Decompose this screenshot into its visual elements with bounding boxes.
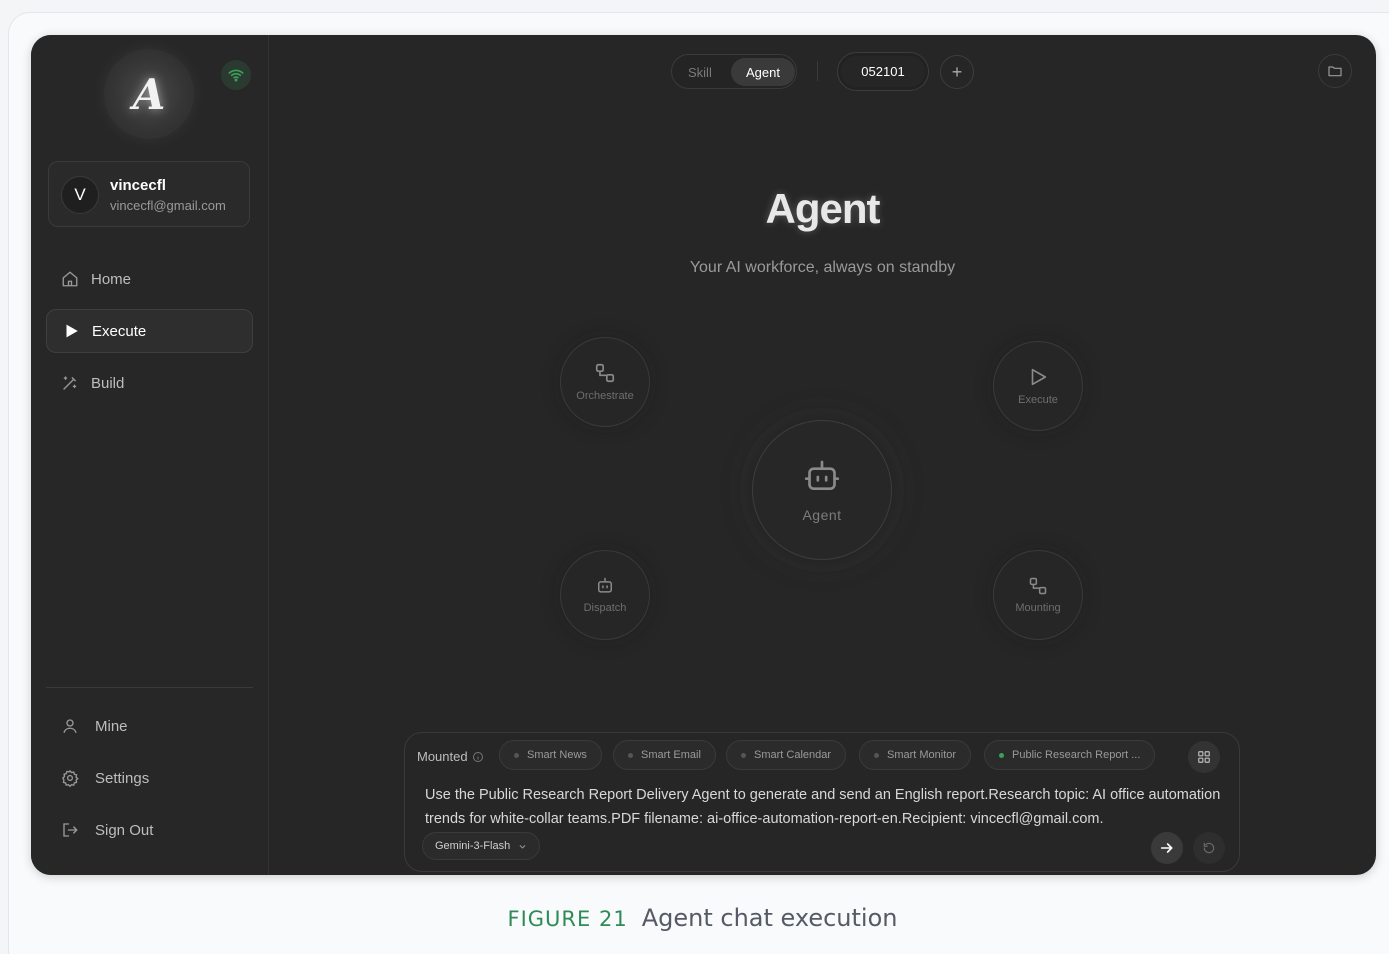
logo-letter: A [132,69,166,119]
node-mounting: Mounting [993,550,1083,640]
mounted-label: Mounted [417,749,484,764]
status-dot [874,752,879,758]
chat-composer: Mounted Smart News Smart Email Smart Cal… [404,732,1240,872]
chip-label: Smart Email [641,749,701,761]
node-orchestrate: Orchestrate [560,337,650,427]
mounted-chip[interactable]: Smart Calendar [726,740,847,770]
page-title: Agent [765,185,881,232]
sidebar-item-label: Execute [92,322,147,340]
robot-icon [804,460,840,490]
page-subtitle: Your AI workforce, always on standby [689,259,956,276]
sidebar-item-sign-out[interactable]: Sign Out [61,815,153,845]
chip-label: Smart Monitor [887,749,957,761]
sidebar-item-label: Build [91,374,125,392]
session-tab[interactable]: 052101 [837,52,929,91]
node-dispatch: Dispatch [560,550,650,640]
folder-button[interactable] [1318,54,1352,88]
sidebar: A V vincecfl vincecfl@gmail.com Home Exe… [31,35,269,875]
tab-skill[interactable]: Skill [688,65,712,80]
node-label: Mounting [1015,602,1061,614]
sign-out-icon [63,823,78,837]
status-dot [741,752,746,758]
mounted-chip[interactable]: Smart Monitor [859,740,972,770]
sidebar-item-label: Sign Out [95,821,154,839]
node-label: Orchestrate [576,390,634,402]
sidebar-item-label: Mine [95,717,128,735]
folder-icon [1328,66,1342,77]
mounted-chip[interactable]: Smart Email [613,740,716,770]
user-icon [63,719,77,733]
tab-agent[interactable]: Agent [731,58,795,86]
gear-icon [62,769,79,787]
refresh-icon [1203,842,1215,854]
mounted-chip[interactable]: Public Research Report ... [984,740,1156,770]
caption-text: Agent chat execution [641,904,898,932]
sidebar-divider [46,687,253,688]
chip-label: Smart Calendar [754,749,832,761]
mode-switch: Skill Agent [671,54,797,89]
magic-wand-icon [63,376,77,390]
wifi-icon[interactable] [221,60,251,90]
sidebar-item-label: Settings [95,769,150,787]
grid-button[interactable] [1188,741,1220,773]
arrow-right-icon [1160,843,1173,853]
play-icon [1031,368,1047,386]
figure-caption: FIGURE 21 Agent chat execution [0,904,1389,932]
topbar-divider [817,61,818,81]
workflow-icon [1029,577,1047,595]
sidebar-item-build[interactable]: Build [46,361,253,405]
app-logo[interactable]: A [104,49,194,139]
sidebar-item-mine[interactable]: Mine [61,711,128,741]
sidebar-item-execute[interactable]: Execute [46,309,253,353]
plus-icon: + [951,61,963,82]
status-dot [999,752,1004,758]
status-dot [514,752,519,758]
info-icon[interactable] [472,751,484,763]
node-label: Dispatch [583,602,627,614]
node-agent: Agent [752,420,892,560]
node-label: Agent [802,507,842,523]
model-label: Gemini-3-Flash [435,840,511,852]
model-select[interactable]: Gemini-3-Flash [422,832,541,860]
status-dot [628,752,633,758]
prompt-input[interactable]: Use the Public Research Report Delivery … [425,783,1231,831]
chevron-down-icon [519,844,526,849]
robot-icon [598,577,612,593]
mounted-text: Mounted [417,749,468,764]
send-button[interactable] [1151,832,1183,864]
chip-label: Smart News [527,749,587,761]
chip-label: Public Research Report ... [1012,749,1141,761]
node-execute: Execute [993,341,1083,431]
app-window: A V vincecfl vincecfl@gmail.com Home Exe… [31,35,1376,875]
grid-icon [1198,751,1210,763]
workflow-icon [595,363,615,383]
reset-button[interactable] [1193,832,1225,864]
mounted-chip[interactable]: Smart News [499,740,602,770]
figure-number: FIGURE 21 [507,907,628,931]
play-icon [66,324,78,338]
node-label: Execute [1018,394,1058,406]
sidebar-item-settings[interactable]: Settings [61,763,149,793]
add-session-button[interactable]: + [940,55,974,89]
